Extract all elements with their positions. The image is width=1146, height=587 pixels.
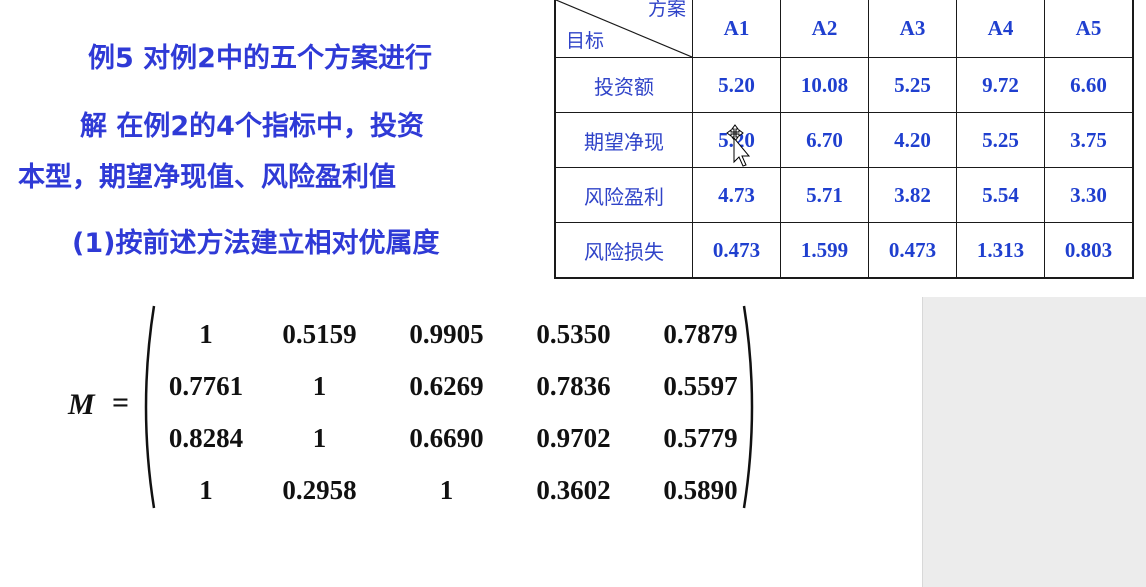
table-cell: 0.473 <box>868 222 957 279</box>
solution-line: 解 在例2的4个指标中，投资 <box>80 111 424 142</box>
matrix-cell: 1 <box>439 474 454 505</box>
column-header: A4 <box>956 0 1045 58</box>
table-cell: 4.20 <box>868 112 957 168</box>
matrix-row: 0.8284 1 0.6690 0.9702 0.5779 <box>156 412 764 464</box>
table-cell: 6.60 <box>1044 57 1134 113</box>
table-cell: 3.30 <box>1044 167 1134 223</box>
matrix-cell: 0.7879 <box>663 318 738 349</box>
step-line: (1)按前述方法建立相对优属度 <box>72 228 440 259</box>
table-cell: 5.25 <box>956 112 1045 168</box>
table-cell: 9.72 <box>956 57 1045 113</box>
matrix-cell: 0.6690 <box>409 422 484 453</box>
table-cell: 4.73 <box>692 167 781 223</box>
corner-bottom-label: 目标 <box>566 30 605 52</box>
table-cell: 3.75 <box>1044 112 1134 168</box>
matrix-cell: 0.5890 <box>663 474 738 505</box>
matrix-row: 1 0.5159 0.9905 0.5350 0.7879 <box>156 308 764 360</box>
move-cursor-icon <box>726 124 751 167</box>
matrix-cell: 1 <box>199 318 213 349</box>
matrix-cell: 0.9702 <box>536 422 611 453</box>
relative-membership-matrix: M = 1 0.5159 0.9905 0.5350 0.7879 0.7761… <box>60 300 784 514</box>
matrix-cell: 0.3602 <box>536 474 611 505</box>
matrix-row: 0.7761 1 0.6269 0.7836 0.5597 <box>156 360 764 412</box>
column-header: A1 <box>692 0 781 58</box>
matrix-cell: 0.2958 <box>282 474 357 505</box>
table-cell: 6.70 <box>780 112 869 168</box>
row-label: 风险损失 <box>554 222 693 279</box>
corner-top-label: 方案 <box>647 0 686 20</box>
table-cell: 5.71 <box>780 167 869 223</box>
row-label: 风险盈利 <box>554 167 693 223</box>
table-header-row: 方案 目标 A1 A2 A3 A4 A5 <box>554 0 1134 58</box>
table-cell: 5.54 <box>956 167 1045 223</box>
type-line: 本型，期望净现值、风险盈利值 <box>18 162 396 193</box>
table-row: 投资额 5.20 10.08 5.25 9.72 6.60 <box>554 57 1134 113</box>
table-row: 风险损失 0.473 1.599 0.473 1.313 0.803 <box>554 222 1134 279</box>
table-cell: 3.82 <box>868 167 957 223</box>
matrix-cell: 0.9905 <box>409 318 484 349</box>
matrix-cell: 0.8284 <box>168 422 244 453</box>
matrix-cell: 0.5159 <box>282 318 357 349</box>
row-label: 期望净现 <box>554 112 693 168</box>
table-cell: 0.803 <box>1044 222 1134 279</box>
side-panel <box>922 297 1146 587</box>
matrix-cell: 0.5597 <box>663 370 738 401</box>
column-header: A5 <box>1044 0 1134 58</box>
matrix-cell: 1 <box>312 422 327 453</box>
matrix-cell: 0.6269 <box>409 370 484 401</box>
equals-sign: = <box>112 386 130 419</box>
matrix-cell: 1 <box>312 370 327 401</box>
matrix-cell: 1 <box>199 474 213 505</box>
table-row: 风险盈利 4.73 5.71 3.82 5.54 3.30 <box>554 167 1134 223</box>
table-corner-cell: 方案 目标 <box>554 0 693 58</box>
row-label: 投资额 <box>554 57 693 113</box>
matrix-values: 1 0.5159 0.9905 0.5350 0.7879 0.7761 1 0… <box>156 308 764 516</box>
table-cell: 10.08 <box>780 57 869 113</box>
scheme-table: 方案 目标 A1 A2 A3 A4 A5 投资额 5.20 10.08 5.25… <box>554 0 1134 279</box>
matrix-cell: 0.7836 <box>536 370 611 401</box>
column-header: A3 <box>868 0 957 58</box>
example-title: 例5 对例2中的五个方案进行 <box>88 43 432 74</box>
column-header: A2 <box>780 0 869 58</box>
matrix-cell: 0.5350 <box>536 318 611 349</box>
matrix-symbol: M <box>68 388 95 421</box>
table-cell: 5.20 <box>692 57 781 113</box>
table-cell: 1.599 <box>780 222 869 279</box>
table-cell: 0.473 <box>692 222 781 279</box>
matrix-row: 1 0.2958 1 0.3602 0.5890 <box>156 464 764 516</box>
table-cell: 5.25 <box>868 57 957 113</box>
table-cell: 1.313 <box>956 222 1045 279</box>
table-row: 期望净现 5.20 6.70 4.20 5.25 3.75 <box>554 112 1134 168</box>
matrix-cell: 0.5779 <box>663 422 738 453</box>
matrix-cell: 0.7761 <box>168 370 244 401</box>
